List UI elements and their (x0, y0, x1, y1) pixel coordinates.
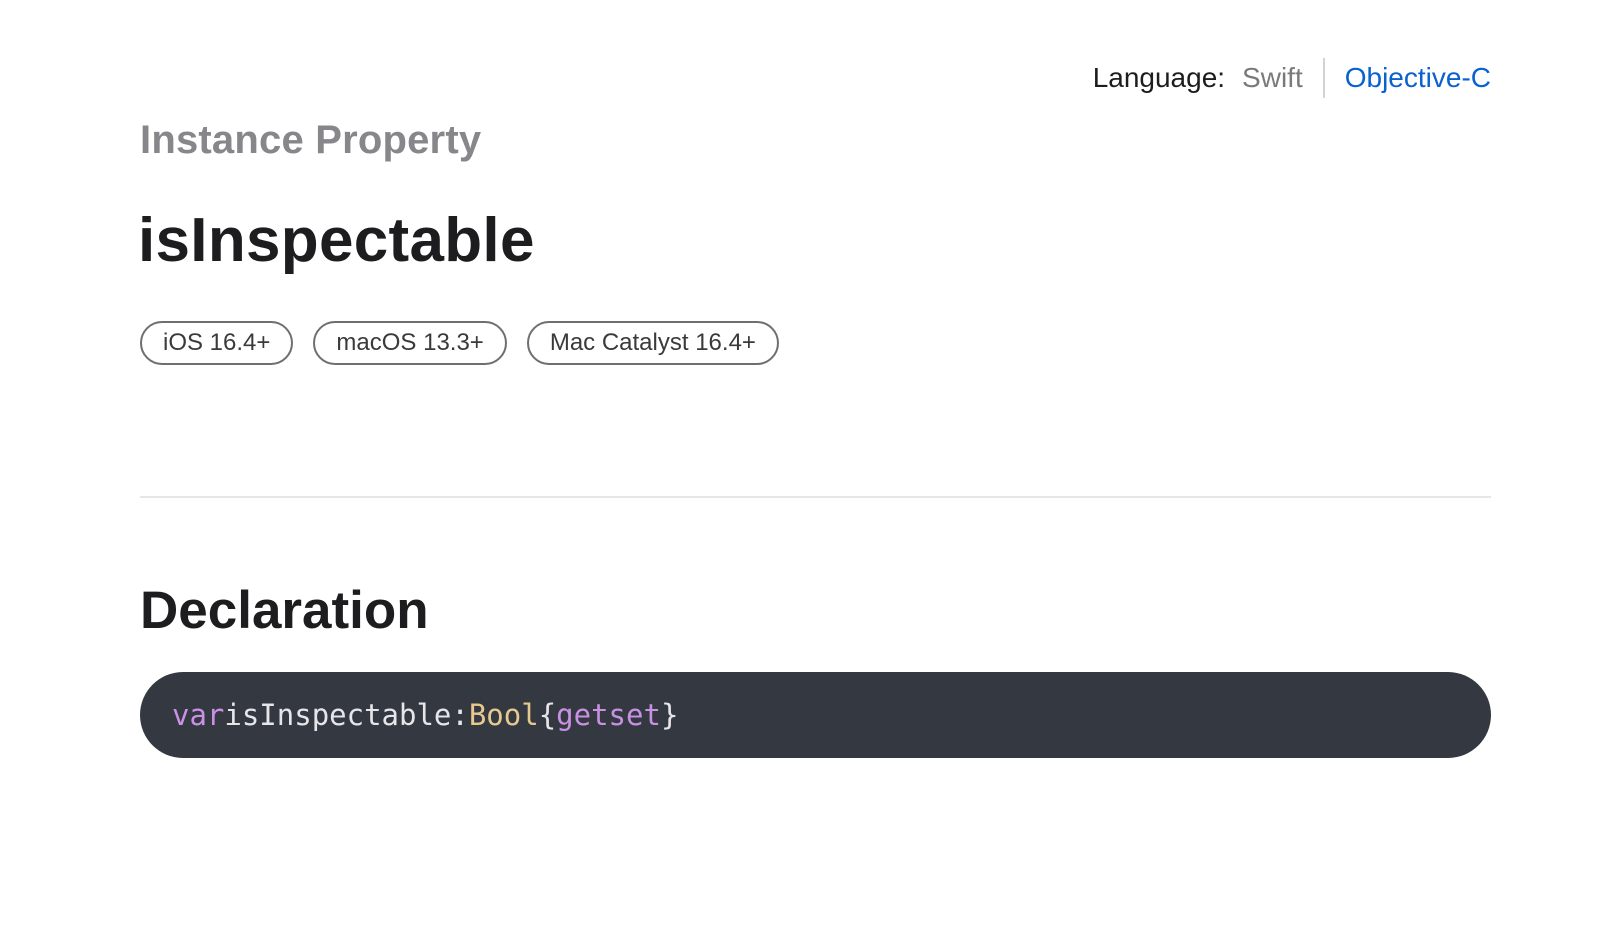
availability-badge-mac-catalyst: Mac Catalyst 16.4+ (526, 321, 779, 365)
code-identifier: isInspectable (224, 698, 452, 732)
page-title: isInspectable (138, 206, 535, 275)
symbol-kind-eyebrow: Instance Property (140, 118, 482, 162)
code-type: Bool (468, 698, 539, 732)
language-option-objective-c[interactable]: Objective-C (1345, 62, 1491, 94)
section-divider (140, 496, 1491, 498)
code-colon: : (451, 698, 469, 732)
documentation-page: Language: Swift Objective-C Instance Pro… (0, 0, 1604, 930)
language-option-swift[interactable]: Swift (1242, 62, 1303, 94)
declaration-code-block[interactable]: var isInspectable: Bool { get set } (140, 672, 1491, 758)
code-close-brace: } (660, 698, 679, 732)
availability-badge-macos: macOS 13.3+ (313, 321, 507, 365)
code-keyword-set: set (608, 698, 661, 732)
declaration-heading: Declaration (140, 581, 429, 640)
code-keyword-get: get (556, 698, 609, 732)
availability-badge-ios: iOS 16.4+ (140, 321, 294, 365)
language-switcher: Language: Swift Objective-C (1093, 58, 1491, 98)
language-divider (1322, 58, 1325, 98)
code-keyword-var: var (172, 698, 225, 732)
code-open-brace: { (538, 698, 557, 732)
language-label: Language: (1092, 62, 1226, 93)
availability-badges: iOS 16.4+ macOS 13.3+ Mac Catalyst 16.4+ (140, 321, 779, 365)
